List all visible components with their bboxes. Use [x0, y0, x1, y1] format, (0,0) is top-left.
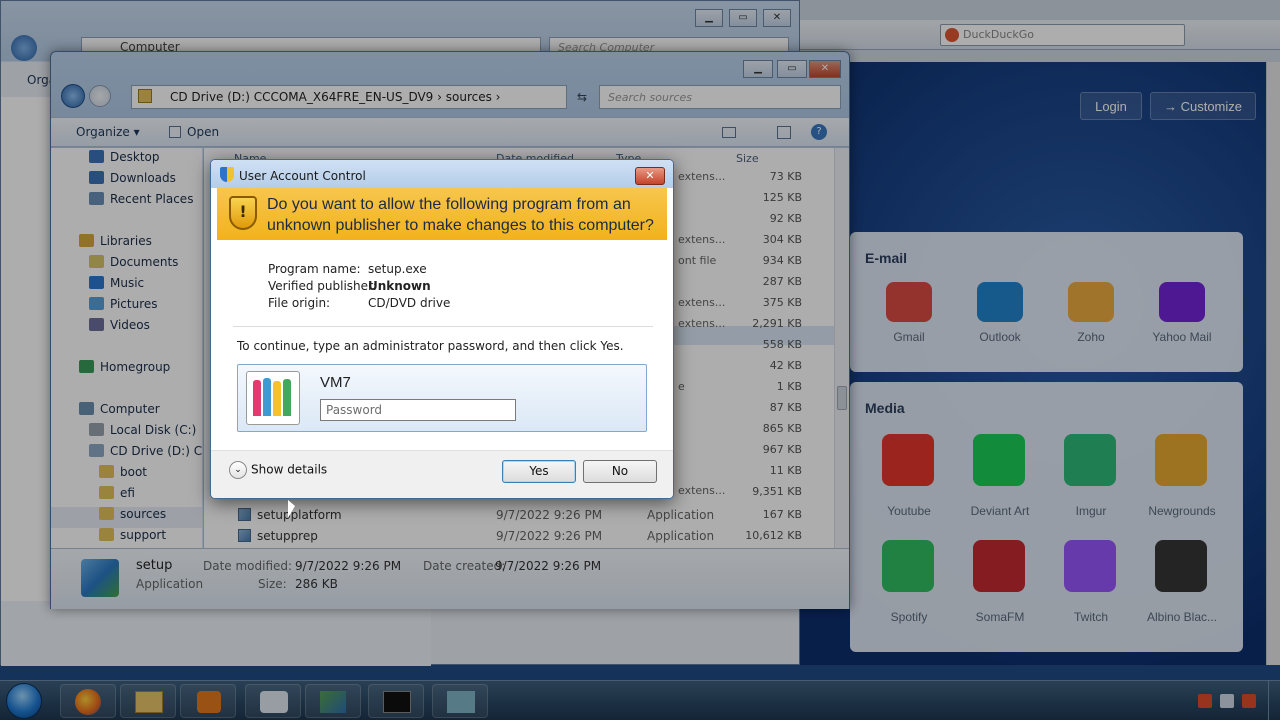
username: VM7 — [320, 374, 351, 391]
no-button[interactable]: No — [583, 460, 657, 483]
uac-footer: ⌄ Show details Yes No — [211, 450, 673, 498]
publisher-value: Unknown — [368, 279, 431, 293]
uac-instruction: To continue, type an administrator passw… — [237, 339, 624, 353]
crayon-green-icon — [283, 379, 291, 416]
credential-tile[interactable]: VM7 — [237, 364, 647, 432]
show-details-label: Show details — [251, 462, 328, 477]
uac-titlebar: User Account Control ✕ — [211, 160, 673, 188]
uac-divider — [233, 326, 653, 327]
crayon-blue-icon — [263, 378, 271, 416]
uac-shield-small-icon — [220, 167, 234, 182]
uac-question: Do you want to allow the following progr… — [267, 196, 654, 234]
file-origin-label: File origin: — [268, 296, 331, 310]
chevron-down-icon: ⌄ — [229, 461, 247, 479]
password-field[interactable] — [320, 399, 516, 421]
uac-title: User Account Control — [239, 169, 366, 183]
uac-warning-shield-icon: ! — [229, 196, 257, 230]
uac-warning-banner: ! Do you want to allow the following pro… — [217, 188, 667, 240]
yes-button[interactable]: Yes — [502, 460, 576, 483]
mouse-cursor — [288, 500, 295, 518]
program-name-value: setup.exe — [368, 262, 427, 276]
program-name-label: Program name: — [268, 262, 361, 276]
publisher-label: Verified publisher: — [268, 279, 377, 293]
uac-close-button[interactable]: ✕ — [635, 167, 665, 185]
show-details-toggle[interactable]: ⌄ Show details — [229, 461, 327, 479]
crayon-red-icon — [253, 380, 261, 416]
crayon-yellow-icon — [273, 381, 281, 416]
user-avatar — [246, 371, 300, 425]
file-origin-value: CD/DVD drive — [368, 296, 451, 310]
uac-dialog: User Account Control ✕ ! Do you want to … — [210, 159, 674, 499]
